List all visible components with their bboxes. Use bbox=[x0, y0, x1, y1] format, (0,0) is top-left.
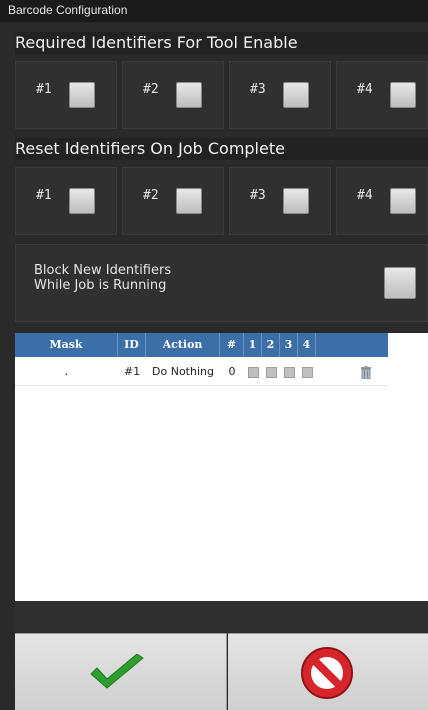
reset-id-3-tile[interactable]: #3 bbox=[229, 167, 331, 235]
cell-count: 0 bbox=[228, 365, 236, 378]
red-cancel-icon bbox=[301, 647, 353, 699]
col-action[interactable]: Action bbox=[146, 333, 220, 357]
title-bar: Barcode Configuration bbox=[0, 0, 428, 22]
reset-identifiers-title: Reset Identifiers On Job Complete bbox=[15, 139, 285, 158]
reset-identifiers-row: #1 #2 #3 #4 bbox=[15, 167, 428, 235]
reset-id-3-checkbox[interactable] bbox=[283, 188, 309, 214]
reset-id-3-label: #3 bbox=[250, 188, 266, 203]
reset-identifiers-header: Reset Identifiers On Job Complete bbox=[15, 138, 428, 160]
required-id-2-tile[interactable]: #2 bbox=[122, 61, 224, 129]
required-id-1-label: #1 bbox=[36, 82, 52, 97]
reset-id-4-label: #4 bbox=[357, 188, 373, 203]
required-id-3-checkbox[interactable] bbox=[283, 82, 309, 108]
required-identifiers-title: Required Identifiers For Tool Enable bbox=[15, 33, 298, 52]
col-1[interactable]: 1 bbox=[244, 333, 262, 357]
trash-icon[interactable] bbox=[361, 366, 371, 379]
required-id-2-checkbox[interactable] bbox=[176, 82, 202, 108]
reset-id-4-checkbox[interactable] bbox=[390, 188, 416, 214]
block-new-identifiers-panel[interactable]: Block New Identifiers While Job is Runni… bbox=[15, 244, 428, 322]
barcode-table: Mask ID Action # 1 2 3 4 . #1 Do Nothing… bbox=[15, 333, 428, 601]
required-id-1-tile[interactable]: #1 bbox=[15, 61, 117, 129]
block-line-1: Block New Identifiers bbox=[34, 263, 172, 278]
col-4[interactable]: 4 bbox=[298, 333, 316, 357]
block-new-identifiers-text: Block New Identifiers While Job is Runni… bbox=[34, 263, 254, 293]
required-id-3-label: #3 bbox=[250, 82, 266, 97]
footer-divider bbox=[15, 601, 428, 632]
reset-id-2-tile[interactable]: #2 bbox=[122, 167, 224, 235]
required-id-2-label: #2 bbox=[143, 82, 159, 97]
col-2[interactable]: 2 bbox=[262, 333, 280, 357]
required-id-4-label: #4 bbox=[357, 82, 373, 97]
required-id-1-checkbox[interactable] bbox=[69, 82, 95, 108]
window-title: Barcode Configuration bbox=[8, 3, 128, 17]
reset-id-1-label: #1 bbox=[36, 188, 52, 203]
required-id-4-tile[interactable]: #4 bbox=[336, 61, 428, 129]
reset-id-4-tile[interactable]: #4 bbox=[336, 167, 428, 235]
cancel-button[interactable] bbox=[228, 633, 428, 710]
row-id-4-checkbox[interactable] bbox=[302, 367, 313, 378]
required-identifiers-row: #1 #2 #3 #4 bbox=[15, 61, 428, 129]
col-count[interactable]: # bbox=[220, 333, 244, 357]
block-new-identifiers-checkbox[interactable] bbox=[384, 267, 416, 299]
confirm-button[interactable] bbox=[15, 633, 227, 710]
required-identifiers-header: Required Identifiers For Tool Enable bbox=[15, 32, 428, 54]
col-mask[interactable]: Mask bbox=[15, 333, 118, 357]
required-id-4-checkbox[interactable] bbox=[390, 82, 416, 108]
cell-action: Do Nothing bbox=[152, 365, 214, 378]
table-row[interactable]: . #1 Do Nothing 0 bbox=[15, 361, 388, 386]
cell-id: #1 bbox=[123, 365, 141, 378]
required-id-3-tile[interactable]: #3 bbox=[229, 61, 331, 129]
row-id-3-checkbox[interactable] bbox=[284, 367, 295, 378]
row-id-2-checkbox[interactable] bbox=[266, 367, 277, 378]
cell-mask: . bbox=[64, 365, 69, 378]
row-id-1-checkbox[interactable] bbox=[248, 367, 259, 378]
block-line-2: While Job is Running bbox=[34, 278, 167, 293]
table-header: Mask ID Action # 1 2 3 4 bbox=[15, 333, 388, 357]
col-3[interactable]: 3 bbox=[280, 333, 298, 357]
reset-id-1-tile[interactable]: #1 bbox=[15, 167, 117, 235]
reset-id-1-checkbox[interactable] bbox=[69, 188, 95, 214]
reset-id-2-label: #2 bbox=[143, 188, 159, 203]
green-check-icon bbox=[90, 654, 144, 689]
col-delete bbox=[316, 333, 388, 357]
col-id[interactable]: ID bbox=[118, 333, 146, 357]
reset-id-2-checkbox[interactable] bbox=[176, 188, 202, 214]
